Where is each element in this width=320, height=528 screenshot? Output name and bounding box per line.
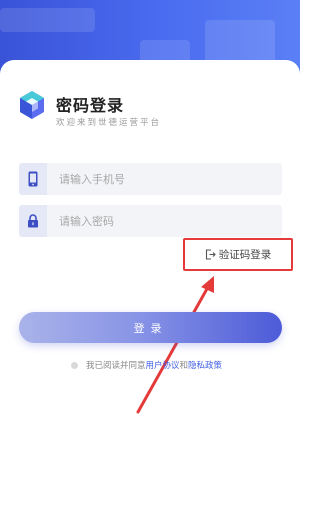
agreement-prefix: 我已阅读并同意 <box>86 361 146 371</box>
page-subtitle: 欢迎来到世德运营平台 <box>56 118 162 128</box>
password-input[interactable] <box>59 205 274 237</box>
agreement-row: 我已阅读并同意 用户协议 和 隐私政策 <box>71 359 222 371</box>
login-button[interactable]: 登录 <box>19 312 282 343</box>
app-logo-icon <box>20 91 44 119</box>
privacy-policy-link[interactable]: 隐私政策 <box>188 359 222 371</box>
phone-icon <box>19 163 47 195</box>
user-agreement-link[interactable]: 用户协议 <box>146 359 180 371</box>
code-login-link[interactable]: 验证码登录 <box>183 238 293 271</box>
login-card <box>0 60 300 528</box>
decor-shape <box>205 20 275 65</box>
page-title: 密码登录 <box>56 96 125 115</box>
login-exit-icon <box>205 249 216 260</box>
phone-field <box>19 163 282 195</box>
password-field <box>19 205 282 237</box>
decor-shape <box>0 8 95 32</box>
code-login-label: 验证码登录 <box>218 249 272 261</box>
agree-checkbox[interactable] <box>71 361 78 369</box>
phone-input[interactable] <box>59 163 274 195</box>
lock-icon <box>19 205 47 237</box>
agreement-and: 和 <box>179 361 189 371</box>
